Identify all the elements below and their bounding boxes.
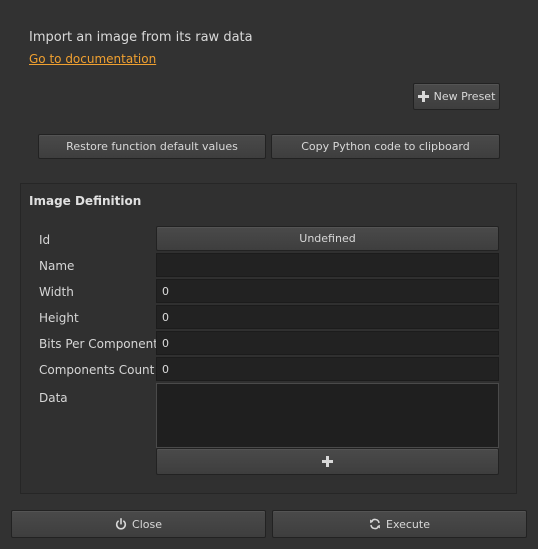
height-field[interactable]: 0 <box>156 305 499 329</box>
execute-label: Execute <box>386 517 430 531</box>
power-icon <box>115 518 127 530</box>
refresh-icon <box>369 518 381 530</box>
close-label: Close <box>132 517 162 531</box>
documentation-link[interactable]: Go to documentation <box>29 52 156 66</box>
width-field[interactable]: 0 <box>156 279 499 303</box>
id-value: Undefined <box>299 232 356 245</box>
id-selector-button[interactable]: Undefined <box>156 226 499 251</box>
components-count-field[interactable]: 0 <box>156 357 499 381</box>
bits-per-component-label: Bits Per Component <box>39 337 158 351</box>
restore-defaults-button[interactable]: Restore function default values <box>38 134 266 159</box>
plus-icon <box>322 456 333 467</box>
copy-python-button[interactable]: Copy Python code to clipboard <box>271 134 500 159</box>
data-list[interactable] <box>156 383 499 448</box>
width-label: Width <box>39 285 74 299</box>
height-label: Height <box>39 311 79 325</box>
data-label: Data <box>39 391 68 405</box>
name-field[interactable] <box>156 253 499 277</box>
bits-per-component-field[interactable]: 0 <box>156 331 499 355</box>
panel-title: Image Definition <box>29 194 142 208</box>
new-preset-button[interactable]: New Preset <box>413 83 500 110</box>
restore-defaults-label: Restore function default values <box>66 140 238 153</box>
close-button[interactable]: Close <box>11 510 266 538</box>
id-label: Id <box>39 233 51 247</box>
name-label: Name <box>39 259 75 273</box>
new-preset-label: New Preset <box>433 90 496 103</box>
add-data-button[interactable] <box>156 448 499 475</box>
function-description: Import an image from its raw data <box>29 30 253 45</box>
execute-button[interactable]: Execute <box>272 510 527 538</box>
components-count-label: Components Count <box>39 363 155 377</box>
copy-python-label: Copy Python code to clipboard <box>301 140 470 153</box>
plus-icon <box>417 91 429 102</box>
